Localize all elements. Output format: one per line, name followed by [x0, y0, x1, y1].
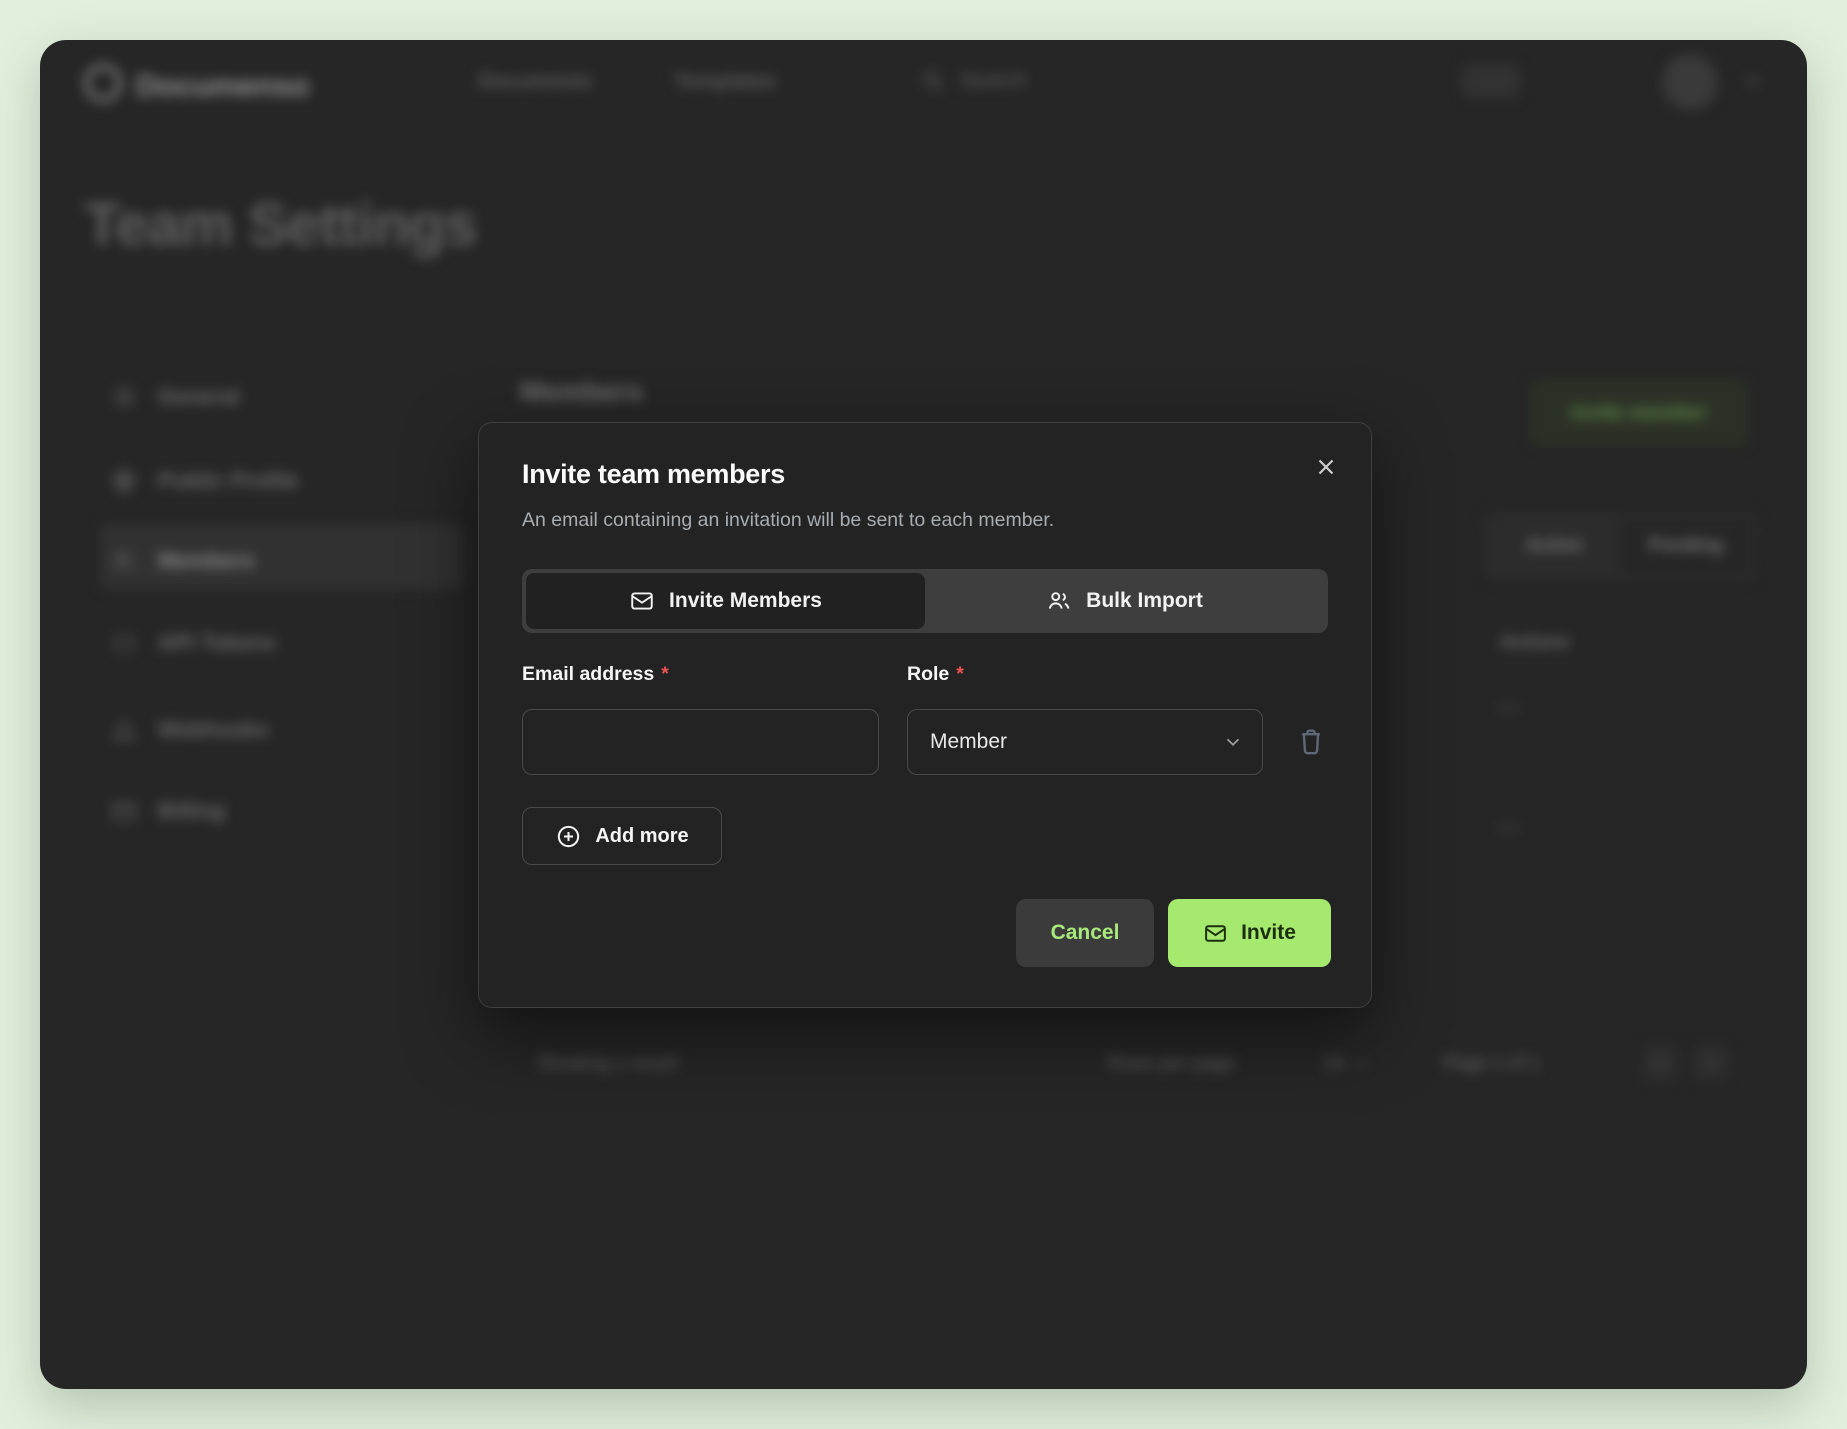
results-count: Showing 1 result	[537, 1053, 677, 1075]
webhook-icon	[110, 716, 138, 744]
previous-page-button[interactable]	[1643, 1046, 1677, 1080]
avatar[interactable]	[1662, 54, 1718, 110]
chevron-right-icon	[1702, 1054, 1720, 1072]
search-control[interactable]: Search	[920, 68, 1027, 94]
invite-team-members-dialog: Invite team members An email containing …	[478, 422, 1372, 1008]
users-icon	[1046, 588, 1072, 614]
add-more-button[interactable]: Add more	[522, 807, 722, 865]
email-address-label: Email address *	[522, 663, 669, 686]
sidebar-item-api-tokens[interactable]: API Tokens	[110, 621, 276, 665]
sidebar-item-label: Billing	[158, 798, 225, 824]
role-select-value: Member	[930, 730, 1007, 754]
invite-button-label: Invite	[1241, 921, 1296, 945]
close-icon[interactable]	[1313, 454, 1339, 480]
chevron-left-icon	[1651, 1054, 1669, 1072]
required-marker: *	[661, 663, 669, 685]
role-label-text: Role	[907, 663, 949, 685]
dialog-title: Invite team members	[522, 459, 785, 490]
envelope-icon	[629, 588, 655, 614]
gear-icon	[110, 383, 138, 411]
tab-bulk-import-label: Bulk Import	[1086, 589, 1203, 613]
search-label: Search	[960, 69, 1027, 93]
section-heading: Members	[520, 376, 643, 408]
sidebar-item-label: API Tokens	[158, 630, 276, 656]
member-filter-tabs: Active Pending	[1483, 512, 1757, 580]
remove-row-button[interactable]	[1291, 722, 1331, 762]
dialog-tabs: Invite Members Bulk Import	[522, 569, 1328, 633]
email-input[interactable]	[522, 709, 879, 775]
users-icon	[110, 547, 138, 575]
app-window: Documenso Documents Templates Search Tea…	[40, 40, 1807, 1389]
invite-member-button[interactable]: Invite member	[1530, 380, 1748, 446]
dialog-subtitle: An email containing an invitation will b…	[522, 509, 1054, 532]
sidebar-item-webhooks[interactable]: Webhooks	[110, 708, 269, 752]
sidebar-item-label: General	[158, 384, 240, 410]
brand-name: Documenso	[136, 68, 309, 104]
sidebar-item-billing[interactable]: Billing	[110, 789, 225, 833]
rows-per-page-label: Rows per page	[1107, 1053, 1235, 1075]
row-actions-menu[interactable]: ...	[1498, 812, 1521, 835]
plus-circle-icon	[555, 823, 582, 850]
tab-bulk-import[interactable]: Bulk Import	[925, 573, 1324, 629]
braces-icon	[110, 629, 138, 657]
cancel-button[interactable]: Cancel	[1016, 899, 1154, 967]
sidebar-item-members[interactable]: Members	[110, 539, 255, 583]
role-label: Role *	[907, 663, 964, 686]
trash-icon	[1294, 725, 1328, 759]
header-badge[interactable]	[1462, 64, 1520, 98]
rows-per-page-select[interactable]: 10	[1323, 1053, 1370, 1075]
rows-per-page-value: 10	[1323, 1053, 1344, 1075]
chevron-down-icon	[1222, 731, 1244, 753]
tab-active[interactable]: Active	[1489, 518, 1620, 574]
sidebar-item-label: Webhooks	[158, 717, 269, 743]
role-select[interactable]: Member	[907, 709, 1263, 775]
sidebar-item-general[interactable]: General	[110, 375, 240, 419]
globe-icon	[110, 467, 138, 495]
invite-button[interactable]: Invite	[1168, 899, 1331, 967]
page-indicator: Page 1 of 1	[1443, 1053, 1540, 1075]
account-chevron-down-icon[interactable]	[1740, 68, 1766, 94]
nav-item-documents[interactable]: Documents	[478, 70, 592, 94]
sidebar-item-public-profile[interactable]: Public Profile	[110, 459, 299, 503]
nav-item-templates[interactable]: Templates	[674, 70, 776, 94]
brand-logo-icon	[84, 64, 122, 102]
tab-invite-members-label: Invite Members	[669, 589, 822, 613]
sidebar-item-label: Members	[158, 548, 255, 574]
chevron-down-icon	[1352, 1055, 1370, 1073]
tab-pending[interactable]: Pending	[1620, 518, 1751, 574]
required-marker: *	[956, 663, 964, 685]
envelope-icon	[1203, 921, 1228, 946]
invite-member-button-label: Invite member	[1571, 402, 1707, 425]
credit-card-icon	[110, 797, 138, 825]
row-actions-menu[interactable]: ...	[1498, 692, 1521, 715]
add-more-label: Add more	[595, 825, 688, 848]
sidebar-item-label: Public Profile	[158, 468, 299, 494]
screen: { "window": { "brand": "Documenso" }, "h…	[0, 0, 1847, 1429]
search-icon	[920, 68, 946, 94]
page-title: Team Settings	[84, 190, 477, 259]
next-page-button[interactable]	[1694, 1046, 1728, 1080]
tab-invite-members[interactable]: Invite Members	[526, 573, 925, 629]
table-actions-header: Actions	[1500, 632, 1570, 654]
email-address-label-text: Email address	[522, 663, 654, 685]
